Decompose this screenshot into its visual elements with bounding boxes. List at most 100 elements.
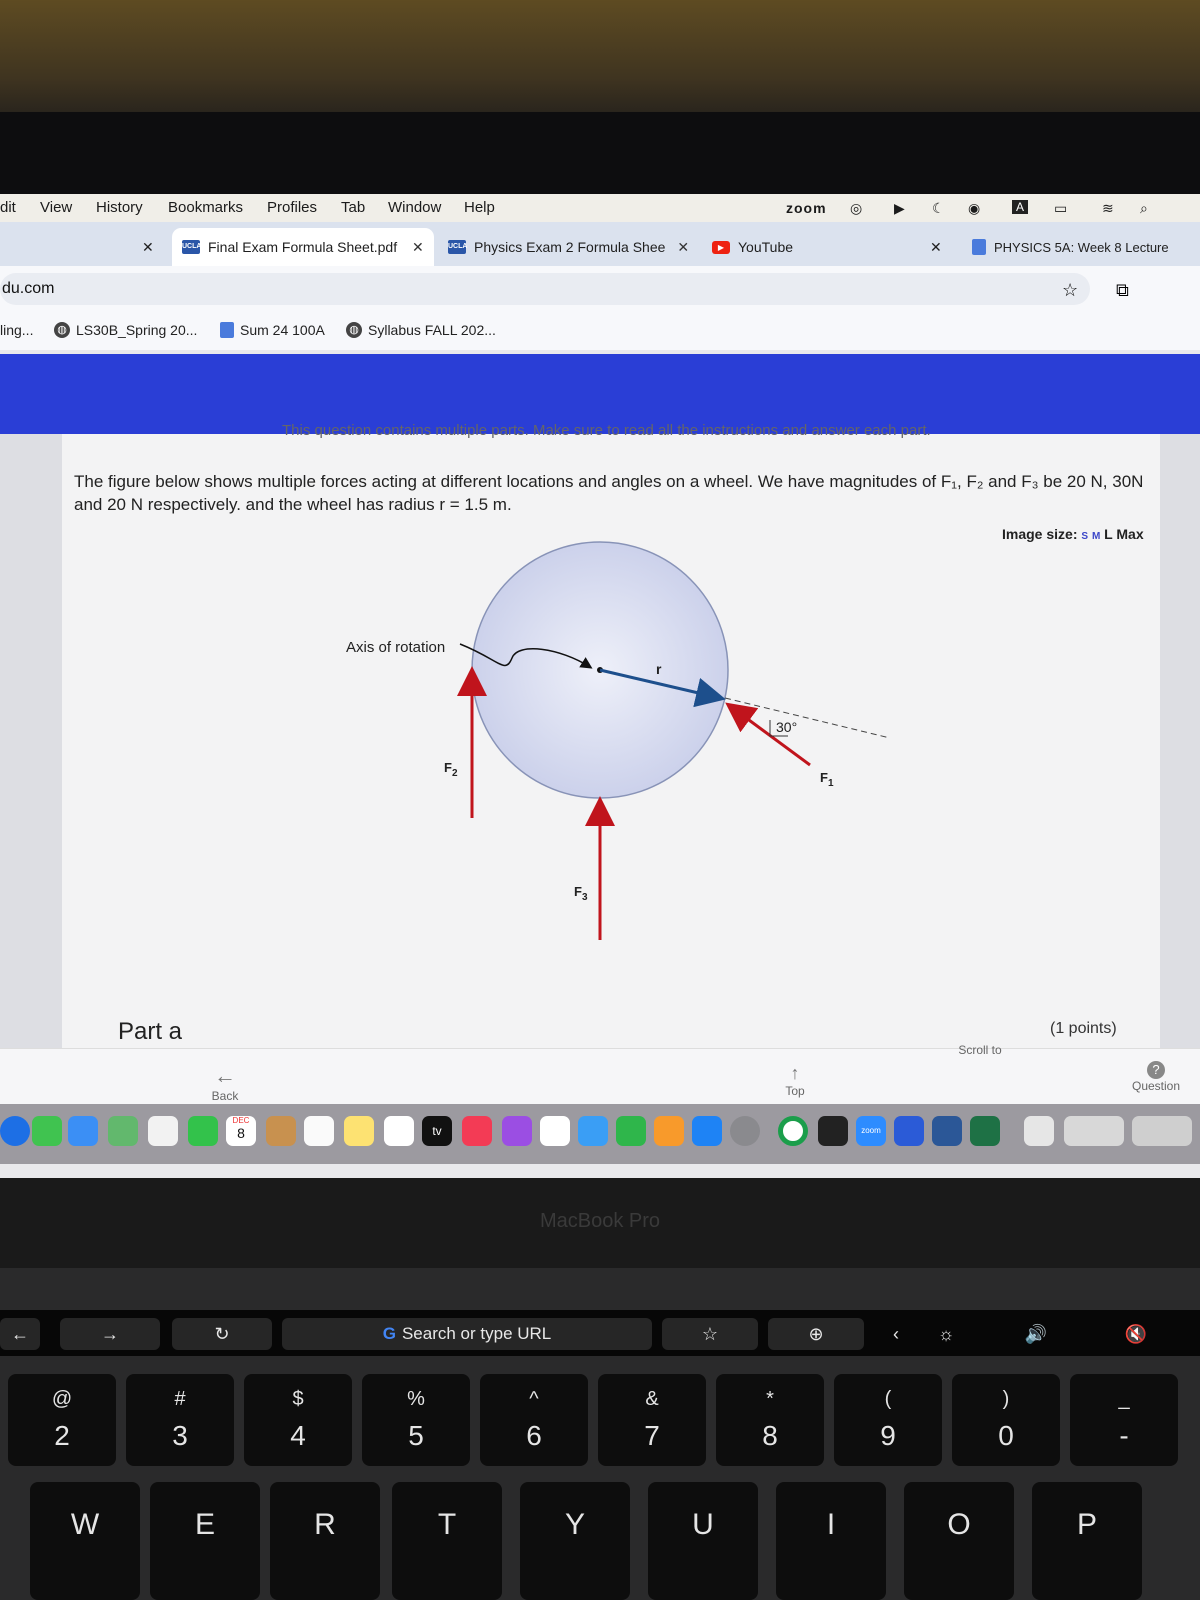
key-0[interactable]: ) 0 — [952, 1374, 1060, 1466]
excel-icon[interactable] — [970, 1116, 1000, 1146]
mute-icon[interactable]: 🔇 — [1106, 1318, 1166, 1350]
question-help-button[interactable]: ? Question — [1126, 1061, 1186, 1093]
apple-tv-icon[interactable]: tv — [422, 1116, 452, 1146]
key-r[interactable]: R — [270, 1482, 380, 1600]
close-tab-icon[interactable]: ✕ — [930, 228, 942, 266]
recent-files-icon[interactable] — [1064, 1116, 1124, 1146]
back-arrow-icon[interactable]: ← — [0, 1318, 40, 1350]
bookmark-item[interactable]: ◍ LS30B_Spring 20... — [54, 322, 197, 338]
key-t[interactable]: T — [392, 1482, 502, 1600]
close-tab-icon[interactable]: ✕ — [142, 228, 154, 266]
keynote-icon[interactable] — [578, 1116, 608, 1146]
key-5[interactable]: % 5 — [362, 1374, 470, 1466]
tab-youtube[interactable]: ▶ YouTube — [712, 228, 912, 266]
key-e[interactable]: E — [150, 1482, 260, 1600]
key-o[interactable]: O — [904, 1482, 1014, 1600]
key-i[interactable]: I — [776, 1482, 886, 1600]
pages-icon[interactable] — [654, 1116, 684, 1146]
key-p[interactable]: P — [1032, 1482, 1142, 1600]
close-tab-icon[interactable]: ✕ — [412, 239, 424, 256]
facetime-icon[interactable] — [188, 1116, 218, 1146]
bookmark-item[interactable]: Sum 24 100A — [220, 322, 325, 338]
address-bar[interactable]: du.com — [0, 273, 1090, 305]
menu-tab[interactable]: Tab — [341, 199, 365, 216]
menu-view[interactable]: View — [40, 199, 72, 216]
back-button[interactable]: ← Back — [200, 1063, 250, 1103]
key-7[interactable]: & 7 — [598, 1374, 706, 1466]
key-w[interactable]: W — [30, 1482, 140, 1600]
top-button[interactable]: ↑ Top — [770, 1063, 820, 1098]
notes-icon[interactable] — [344, 1116, 374, 1146]
key-8[interactable]: * 8 — [716, 1374, 824, 1466]
brightness-icon[interactable]: ☼ — [924, 1318, 968, 1350]
tab-physics-exam-2[interactable]: UCLA Physics Exam 2 Formula Shee ✕ — [448, 228, 698, 266]
chrome-icon[interactable] — [778, 1116, 808, 1146]
bookmark-item[interactable]: ling... — [0, 322, 33, 338]
menu-edit[interactable]: dit — [0, 199, 16, 216]
zoom-app-icon[interactable]: zoom — [856, 1116, 886, 1146]
bookmark-star-icon[interactable]: ☆ — [1062, 280, 1078, 301]
music-icon[interactable] — [462, 1116, 492, 1146]
key-y[interactable]: Y — [520, 1482, 630, 1600]
word-icon[interactable] — [932, 1116, 962, 1146]
messages-icon[interactable] — [32, 1116, 62, 1146]
app-store-icon[interactable] — [692, 1116, 722, 1146]
contacts-icon[interactable] — [266, 1116, 296, 1146]
document-icon[interactable] — [1024, 1116, 1054, 1146]
key-u[interactable]: U — [648, 1482, 758, 1600]
bookmark-star-icon[interactable]: ☆ — [662, 1318, 758, 1350]
trash-icon[interactable] — [1132, 1116, 1192, 1146]
key-4[interactable]: $4 — [244, 1374, 352, 1466]
menu-window[interactable]: Window — [388, 199, 441, 216]
image-size-l[interactable]: L — [1104, 526, 1112, 542]
menu-profiles[interactable]: Profiles — [267, 199, 317, 216]
key-9[interactable]: (9 — [834, 1374, 942, 1466]
input-source-icon[interactable]: A — [1012, 200, 1029, 214]
menu-help[interactable]: Help — [464, 199, 495, 216]
safari-icon[interactable] — [0, 1116, 30, 1146]
question-text: The figure below shows multiple forces a… — [74, 472, 1144, 514]
pen-app-icon[interactable] — [894, 1116, 924, 1146]
volume-icon[interactable]: 🔊 — [1014, 1318, 1058, 1350]
image-size-m[interactable]: M — [1092, 531, 1100, 542]
menu-bookmarks[interactable]: Bookmarks — [168, 199, 243, 216]
calendar-icon[interactable]: DEC 8 — [226, 1116, 256, 1146]
forward-arrow-icon[interactable]: → — [60, 1318, 160, 1350]
photos-icon[interactable] — [148, 1116, 178, 1146]
podcasts-icon[interactable] — [502, 1116, 532, 1146]
key-letter: Y — [564, 1508, 585, 1541]
key-symbol: # — [174, 1388, 186, 1410]
collapse-icon[interactable]: ‹ — [876, 1318, 916, 1350]
freeform-icon[interactable] — [384, 1116, 414, 1146]
focus-moon-icon[interactable]: ☾ — [932, 200, 945, 217]
zoom-status-item[interactable]: zoom — [786, 200, 827, 216]
maps-icon[interactable] — [108, 1116, 138, 1146]
key-3[interactable]: #3 — [126, 1374, 234, 1466]
bookmark-item[interactable]: ◍ Syllabus FALL 202... — [346, 322, 496, 338]
image-size-s[interactable]: S — [1081, 531, 1088, 542]
image-size-max[interactable]: Max — [1116, 526, 1143, 542]
key-6[interactable]: ^ 6 — [480, 1374, 588, 1466]
tab-physics-5a-week-8[interactable]: PHYSICS 5A: Week 8 Lecture — [972, 228, 1200, 266]
new-tab-plus-icon[interactable]: ⊕ — [768, 1318, 864, 1350]
key-minus[interactable]: _ - — [1070, 1374, 1178, 1466]
reload-icon[interactable]: ↻ — [172, 1318, 272, 1350]
creative-cloud-icon[interactable]: ◎ — [850, 200, 862, 217]
extensions-icon[interactable]: ⧉ — [1116, 280, 1129, 301]
close-tab-icon[interactable]: ✕ — [677, 239, 689, 256]
system-settings-icon[interactable] — [730, 1116, 760, 1146]
airdrop-icon[interactable]: ◉ — [968, 200, 980, 217]
touchbar-search[interactable]: G Search or type URL — [282, 1318, 652, 1350]
reminders-icon[interactable] — [304, 1116, 334, 1146]
numbers-icon[interactable] — [616, 1116, 646, 1146]
wifi-icon[interactable]: ≋ — [1102, 200, 1114, 217]
mail-icon[interactable] — [68, 1116, 98, 1146]
key-2[interactable]: @2 — [8, 1374, 116, 1466]
spotlight-search-icon[interactable]: ⌕ — [1140, 200, 1148, 217]
battery-icon[interactable]: ▭ — [1054, 200, 1067, 217]
news-icon[interactable] — [540, 1116, 570, 1146]
menu-history[interactable]: History — [96, 199, 143, 216]
play-icon[interactable]: ▶ — [894, 200, 905, 217]
activity-monitor-icon[interactable] — [818, 1116, 848, 1146]
tab-final-exam-formula[interactable]: UCLA Final Exam Formula Sheet.pdf ✕ — [172, 228, 434, 266]
